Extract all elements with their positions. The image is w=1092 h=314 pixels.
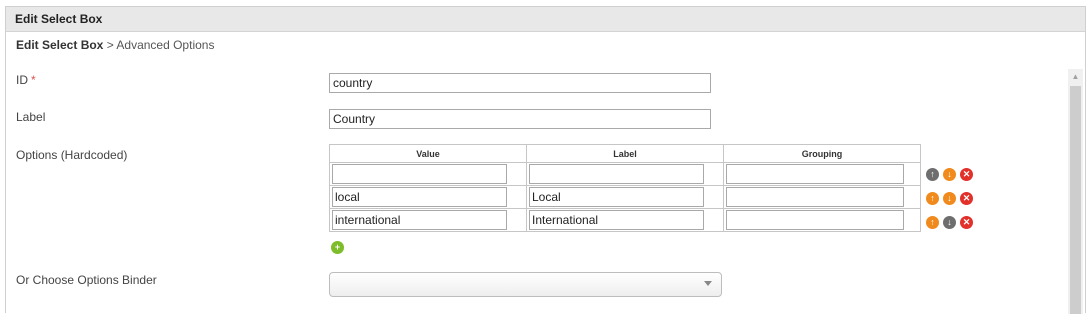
label-label: Label (16, 110, 46, 124)
arrow-up-icon[interactable]: ↑ (926, 216, 939, 230)
table-row (329, 208, 921, 232)
arrow-down-icon[interactable]: ↓ (943, 192, 956, 206)
row-actions: ↑ ↓ ✕ (926, 215, 977, 230)
binder-label: Or Choose Options Binder (16, 273, 157, 287)
option-label-input[interactable] (529, 210, 704, 230)
option-grouping-input[interactable] (726, 187, 904, 207)
option-grouping-input[interactable] (726, 210, 904, 230)
plus-icon[interactable]: + (331, 241, 344, 255)
row-actions: ↑ ↓ ✕ (926, 191, 977, 206)
arrow-up-icon[interactable]: ↑ (926, 168, 939, 182)
scroll-up-icon[interactable]: ▲ (1068, 69, 1083, 84)
column-header-grouping: Grouping (723, 144, 921, 163)
breadcrumb-current[interactable]: Edit Select Box (16, 38, 103, 52)
id-field[interactable] (329, 73, 711, 93)
options-header-row: Value Label Grouping (329, 144, 921, 163)
options-binder-select[interactable] (329, 272, 722, 297)
option-value-input[interactable] (332, 187, 507, 207)
id-label: ID * (16, 73, 36, 87)
breadcrumb-separator: > (106, 38, 114, 52)
option-label-input[interactable] (529, 187, 704, 207)
arrow-up-icon[interactable]: ↑ (926, 192, 939, 206)
option-label-input[interactable] (529, 164, 704, 184)
chevron-down-icon[interactable] (704, 281, 712, 286)
edit-dialog: Edit Select Box Edit Select Box > Advanc… (5, 6, 1086, 314)
title-bar: Edit Select Box (6, 7, 1085, 32)
option-value-input[interactable] (332, 164, 507, 184)
delete-icon[interactable]: ✕ (960, 168, 973, 182)
column-header-label: Label (526, 144, 724, 163)
required-mark: * (31, 73, 36, 87)
row-actions: ↑ ↓ ✕ (926, 167, 977, 182)
breadcrumb: Edit Select Box > Advanced Options (16, 38, 214, 52)
column-header-value: Value (329, 144, 527, 163)
option-value-input[interactable] (332, 210, 507, 230)
arrow-down-icon[interactable]: ↓ (943, 168, 956, 182)
delete-icon[interactable]: ✕ (960, 192, 973, 206)
table-row (329, 185, 921, 209)
dialog-title: Edit Select Box (15, 12, 103, 26)
label-field[interactable] (329, 109, 711, 129)
delete-icon[interactable]: ✕ (960, 216, 973, 230)
id-label-text: ID (16, 73, 28, 87)
breadcrumb-page: Advanced Options (116, 38, 215, 52)
scrollbar-thumb[interactable] (1070, 86, 1081, 314)
arrow-down-icon[interactable]: ↓ (943, 216, 956, 230)
options-label: Options (Hardcoded) (16, 148, 128, 162)
table-row (329, 162, 921, 186)
vertical-scrollbar[interactable]: ▲ (1068, 69, 1083, 314)
options-table: Value Label Grouping (329, 144, 921, 232)
add-option-button[interactable]: + (331, 240, 348, 255)
option-grouping-input[interactable] (726, 164, 904, 184)
